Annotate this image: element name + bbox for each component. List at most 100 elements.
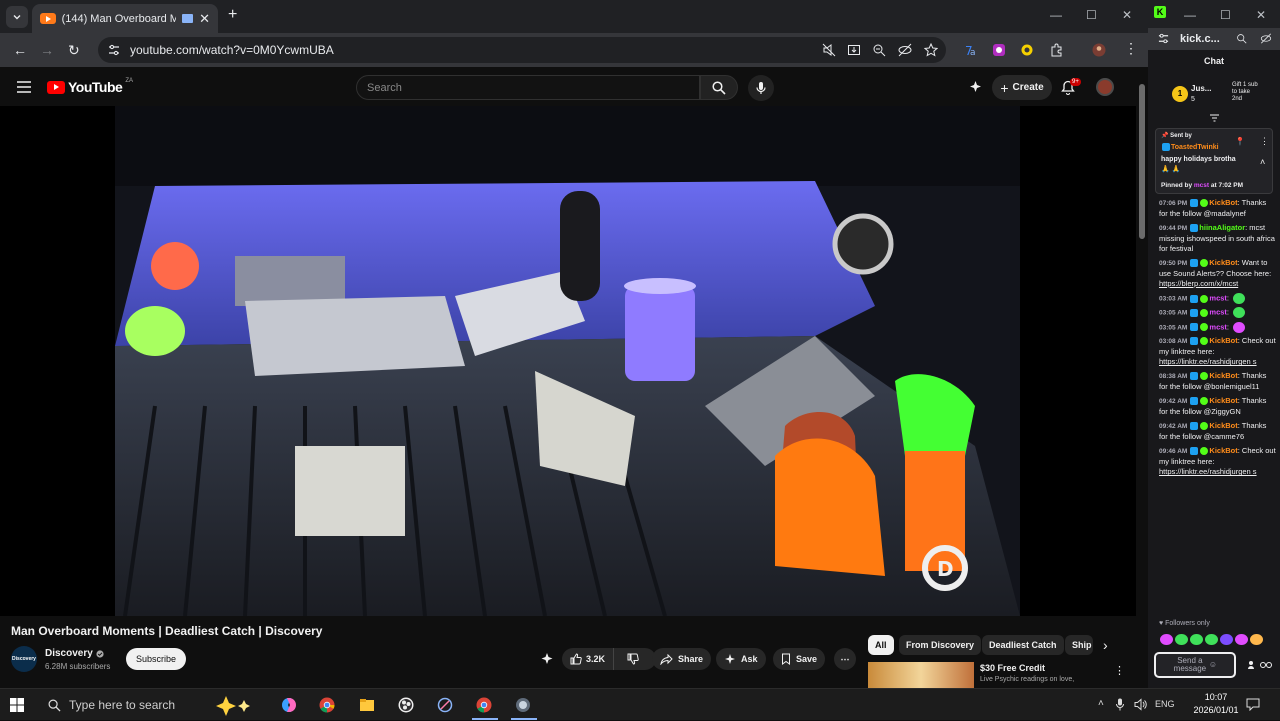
pinned-sender-name[interactable]: ToastedTwinki	[1171, 144, 1219, 151]
chat-username[interactable]: mcst	[1209, 322, 1227, 331]
emote-1-icon[interactable]	[1160, 634, 1173, 645]
chrome-profile-app-icon[interactable]	[476, 697, 492, 713]
eye-off-icon[interactable]	[898, 43, 912, 57]
video-player[interactable]: D	[0, 106, 1136, 616]
ad-title[interactable]: $30 Free Credit	[980, 663, 1045, 673]
chat-username[interactable]: KickBot	[1209, 258, 1237, 267]
gift-sub-prompt[interactable]: Gift 1 sub to take 2nd	[1232, 82, 1260, 103]
snipping-tool-icon[interactable]	[437, 697, 453, 713]
ad-thumbnail[interactable]	[868, 662, 974, 688]
windows-start-icon[interactable]	[10, 698, 24, 712]
chat-username[interactable]: mcst	[1209, 308, 1227, 317]
emote-5-icon[interactable]	[1220, 634, 1233, 645]
taskbar-search-box[interactable]: Type here to search	[36, 689, 212, 721]
chat-link[interactable]: https://linktr.ee/rashidjurgen s	[1159, 467, 1257, 476]
pinned-menu-icon[interactable]: ⋮	[1260, 136, 1269, 147]
extension-translate-icon[interactable]: 7a	[964, 43, 978, 57]
chip-all[interactable]: All	[868, 635, 894, 655]
emoji-picker-icon[interactable]: ☺	[1209, 661, 1217, 669]
chat-message-input[interactable]: Send a message ☺	[1154, 652, 1236, 678]
close-window-icon[interactable]: ✕	[1122, 8, 1132, 22]
emote-2-icon[interactable]	[1175, 634, 1188, 645]
reload-icon[interactable]: ↻	[68, 42, 80, 59]
chrome-app-icon[interactable]	[319, 697, 335, 713]
chat-zoom-icon[interactable]	[1236, 33, 1247, 44]
tab-close-icon[interactable]: ✕	[199, 11, 210, 27]
page-scrollbar-thumb[interactable]	[1139, 84, 1145, 239]
ask-button[interactable]: Ask	[716, 648, 766, 670]
chip-ship[interactable]: Ship	[1065, 635, 1093, 655]
emote-6-icon[interactable]	[1235, 634, 1248, 645]
emote-7-icon[interactable]	[1250, 634, 1263, 645]
emote-4-icon[interactable]	[1205, 634, 1218, 645]
pinned-by-user[interactable]: mcst	[1194, 182, 1209, 189]
chat-address-bar[interactable]: kick.c...	[1148, 28, 1280, 50]
active-app-icon[interactable]	[515, 697, 531, 713]
address-bar[interactable]: youtube.com/watch?v=0M0YcwmUBA	[98, 37, 946, 63]
site-info-icon[interactable]	[108, 44, 120, 56]
tab-search-button[interactable]	[6, 6, 28, 28]
mute-icon[interactable]	[822, 43, 836, 57]
like-button[interactable]: 3.2K	[562, 648, 615, 670]
more-actions-button[interactable]: ⋯	[834, 648, 856, 670]
gemini-ask-icon[interactable]	[540, 652, 554, 666]
tray-chevron-up-icon[interactable]: ˄	[1098, 698, 1104, 709]
youtube-logo[interactable]: YouTube ZA	[47, 78, 133, 95]
dislike-button[interactable]	[619, 653, 647, 665]
search-input[interactable]: Search	[356, 75, 700, 100]
browser-menu-icon[interactable]: ⋮	[1124, 40, 1138, 57]
chat-site-info-icon[interactable]	[1158, 33, 1169, 44]
profile-avatar-icon[interactable]	[1092, 43, 1106, 57]
chat-maximize-icon[interactable]: ☐	[1220, 8, 1231, 22]
ad-menu-icon[interactable]: ⋮	[1114, 664, 1125, 677]
chat-username[interactable]: mcst	[1209, 293, 1227, 302]
chat-username[interactable]: KickBot	[1209, 371, 1237, 380]
chat-link[interactable]: https://linktr.ee/rashidjurgen s	[1159, 357, 1257, 366]
tray-microphone-icon[interactable]	[1116, 698, 1124, 711]
tab-youtube[interactable]: (144) Man Overboard Mom ✕	[32, 4, 218, 33]
hamburger-menu-icon[interactable]	[17, 81, 31, 93]
unpin-icon[interactable]: 📍	[1235, 137, 1245, 146]
back-icon[interactable]: ←	[13, 42, 27, 58]
channel-avatar[interactable]: Discovery	[11, 646, 37, 672]
top-gifter-name[interactable]: Jus...	[1191, 84, 1211, 93]
new-tab-icon[interactable]: +	[228, 6, 237, 24]
language-indicator[interactable]: ENG	[1155, 699, 1175, 709]
voice-search-button[interactable]	[748, 75, 774, 101]
minimize-icon[interactable]: —	[1050, 8, 1062, 22]
filter-icon[interactable]	[1210, 114, 1219, 122]
emote-3-icon[interactable]	[1190, 634, 1203, 645]
chip-from-discovery[interactable]: From Discovery	[899, 635, 982, 655]
zoom-icon[interactable]	[872, 43, 886, 57]
ai-sparkle-icon[interactable]	[968, 80, 983, 95]
chat-eye-off-icon[interactable]	[1260, 33, 1272, 44]
chat-link[interactable]: https://blerp.com/x/mcst	[1159, 279, 1238, 288]
chat-username[interactable]: KickBot	[1209, 336, 1237, 345]
chip-deadliest-catch[interactable]: Deadliest Catch	[982, 635, 1064, 655]
search-highlight-stars-icon[interactable]	[216, 694, 256, 716]
save-button[interactable]: Save	[773, 648, 826, 670]
subscribe-button[interactable]: Subscribe	[126, 648, 186, 670]
extensions-puzzle-icon[interactable]	[1050, 43, 1064, 57]
collapse-pinned-icon[interactable]: ˄	[1260, 157, 1265, 167]
install-app-icon[interactable]	[847, 43, 861, 57]
pinned-sender[interactable]: ToastedTwinki	[1161, 143, 1219, 151]
account-avatar[interactable]	[1096, 78, 1114, 96]
extension-yellow-icon[interactable]	[1020, 43, 1034, 57]
chat-username[interactable]: hiinaAligator	[1199, 223, 1245, 232]
taskbar-clock[interactable]: 10:07 2026/01/01	[1192, 691, 1240, 717]
copilot-app-icon[interactable]	[280, 697, 298, 713]
chat-username[interactable]: KickBot	[1209, 421, 1237, 430]
chat-users-icon[interactable]	[1248, 660, 1258, 670]
create-button[interactable]: + Create	[992, 75, 1052, 100]
channel-name[interactable]: Discovery	[45, 648, 93, 659]
channel-name-row[interactable]: Discovery	[45, 648, 104, 659]
maximize-icon[interactable]: ☐	[1086, 8, 1097, 22]
file-explorer-icon[interactable]	[359, 697, 375, 713]
chat-username[interactable]: KickBot	[1209, 198, 1237, 207]
share-button[interactable]: Share	[652, 648, 712, 670]
notification-center-icon[interactable]	[1246, 698, 1260, 711]
forward-icon[interactable]: →	[40, 42, 54, 58]
search-button[interactable]	[700, 75, 738, 100]
obs-app-icon[interactable]	[398, 697, 414, 713]
